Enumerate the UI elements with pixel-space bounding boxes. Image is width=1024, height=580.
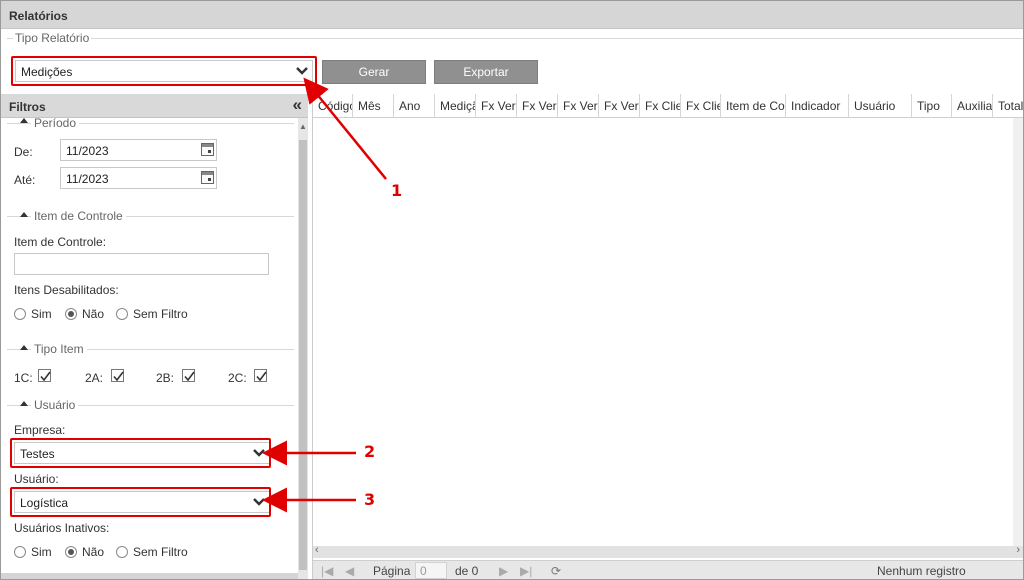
inativos-radio-nao[interactable] [65, 546, 77, 558]
inativos-radio-sim-label: Sim [31, 545, 52, 559]
ate-date-value: 11/2023 [66, 172, 109, 186]
column-header[interactable]: Auxiliar [952, 94, 993, 117]
column-header[interactable]: Ano [394, 94, 435, 117]
prev-page-icon[interactable]: ◀ [345, 564, 354, 578]
radio-sim[interactable] [14, 308, 26, 320]
grid-hscrollbar[interactable]: ‹ › [313, 544, 1023, 558]
collapse-panel-icon[interactable]: « [293, 95, 302, 115]
radio-sem-filtro[interactable] [116, 308, 128, 320]
column-header[interactable]: Usuário [849, 94, 912, 117]
page-input[interactable]: 0 [415, 562, 447, 579]
tipo-relatorio-legend: Tipo Relatório [13, 31, 92, 45]
inativos-radio-sem-filtro[interactable] [116, 546, 128, 558]
scroll-up-icon[interactable]: ▲ [299, 122, 307, 131]
grid-pager: |◀ ◀ Página 0 de 0 ▶ ▶| ⟳ Nenhum registr… [313, 560, 1023, 579]
grid-header: Código Mês Ano Medição Fx Verde Fx Verde… [313, 94, 1023, 118]
collapse-triangle-icon[interactable] [20, 345, 28, 350]
tipo-2b-checkbox[interactable] [182, 369, 195, 382]
window-title: Relatórios [9, 9, 68, 23]
window-titlebar: Relatórios [1, 1, 1023, 29]
de-date-value: 11/2023 [66, 144, 109, 158]
column-header[interactable]: Medição [435, 94, 476, 117]
page-label: Página [373, 564, 411, 578]
tipo-2c-label: 2C: [228, 371, 247, 385]
column-header[interactable]: Mês [353, 94, 394, 117]
filters-vscrollbar[interactable]: ▲ [298, 118, 308, 579]
collapse-triangle-icon[interactable] [20, 212, 28, 217]
column-header[interactable]: Fx Clien [640, 94, 681, 117]
gerar-button[interactable]: Gerar [322, 60, 426, 84]
calendar-icon[interactable] [201, 171, 214, 184]
grid-vscrollbar[interactable] [1013, 118, 1023, 550]
highlight-box-1 [11, 56, 317, 86]
column-header[interactable]: Item de Con [721, 94, 786, 117]
tipo-1c-label: 1C: [14, 371, 33, 385]
results-grid: Código Mês Ano Medição Fx Verde Fx Verde… [312, 94, 1023, 579]
annotation-label-2: 2 [364, 442, 376, 461]
scroll-left-icon[interactable]: ‹ [315, 544, 319, 556]
filters-header: Filtros « [1, 94, 308, 118]
inativos-radio-sem-filtro-label: Sem Filtro [133, 545, 188, 559]
ate-label: Até: [14, 173, 36, 187]
page-of-label: de 0 [455, 564, 479, 578]
column-header[interactable]: Tipo [912, 94, 952, 117]
first-page-icon[interactable]: |◀ [321, 564, 333, 578]
radio-nao-label: Não [82, 307, 105, 321]
exportar-button[interactable]: Exportar [434, 60, 538, 84]
filters-scroll-thumb[interactable] [299, 140, 307, 570]
tipo-item-legend: Tipo Item [31, 342, 87, 356]
radio-sem-filtro-label: Sem Filtro [133, 307, 188, 321]
item-controle-legend: Item de Controle [31, 209, 126, 223]
refresh-icon[interactable]: ⟳ [551, 564, 561, 578]
radio-nao[interactable] [65, 308, 77, 320]
periodo-legend: Período [31, 118, 80, 130]
itens-desabilitados-label: Itens Desabilitados: [14, 283, 119, 297]
column-header[interactable]: Código [313, 94, 353, 117]
collapse-triangle-icon[interactable] [20, 118, 28, 123]
radio-sim-label: Sim [31, 307, 52, 321]
tipo-2b-label: 2B: [156, 371, 175, 385]
inativos-radio-sim[interactable] [14, 546, 26, 558]
column-header[interactable]: Fx Clien [681, 94, 721, 117]
column-header[interactable]: Indicador [786, 94, 849, 117]
highlight-box-2 [10, 438, 271, 468]
column-header[interactable]: Fx Verde [476, 94, 517, 117]
usuario-label: Usuário: [14, 472, 59, 486]
column-header[interactable]: Fx Verm [599, 94, 640, 117]
usuarios-inativos-label: Usuários Inativos: [14, 521, 110, 535]
filters-title: Filtros [9, 100, 46, 114]
tipo-2c-checkbox[interactable] [254, 369, 267, 382]
tipo-2a-checkbox[interactable] [111, 369, 124, 382]
usuario-legend: Usuário [31, 398, 79, 412]
de-date-input[interactable]: 11/2023 [60, 139, 217, 161]
tipo-2a-label: 2A: [85, 371, 104, 385]
annotation-label-1: 1 [391, 181, 403, 200]
empresa-label: Empresa: [14, 423, 66, 437]
annotation-label-3: 3 [364, 490, 376, 509]
de-label: De: [14, 145, 33, 159]
calendar-icon[interactable] [201, 143, 214, 156]
reports-window: Relatórios Tipo Relatório Medições Gerar… [0, 0, 1024, 580]
last-page-icon[interactable]: ▶| [520, 564, 532, 578]
next-page-icon[interactable]: ▶ [499, 564, 508, 578]
column-header[interactable]: Fx Verm [558, 94, 599, 117]
scroll-right-icon[interactable]: › [1016, 544, 1020, 556]
pager-status: Nenhum registro encontrado [877, 564, 966, 579]
panel-hscrollbar[interactable] [1, 573, 298, 579]
item-controle-input[interactable] [14, 253, 269, 275]
ate-date-input[interactable]: 11/2023 [60, 167, 217, 189]
tipo-1c-checkbox[interactable] [38, 369, 51, 382]
item-controle-label: Item de Controle: [14, 235, 107, 249]
collapse-triangle-icon[interactable] [20, 401, 28, 406]
highlight-box-3 [10, 487, 271, 517]
column-header[interactable]: Fx Verde [517, 94, 558, 117]
column-header[interactable]: Totalizador [993, 94, 1023, 117]
inativos-radio-nao-label: Não [82, 545, 105, 559]
